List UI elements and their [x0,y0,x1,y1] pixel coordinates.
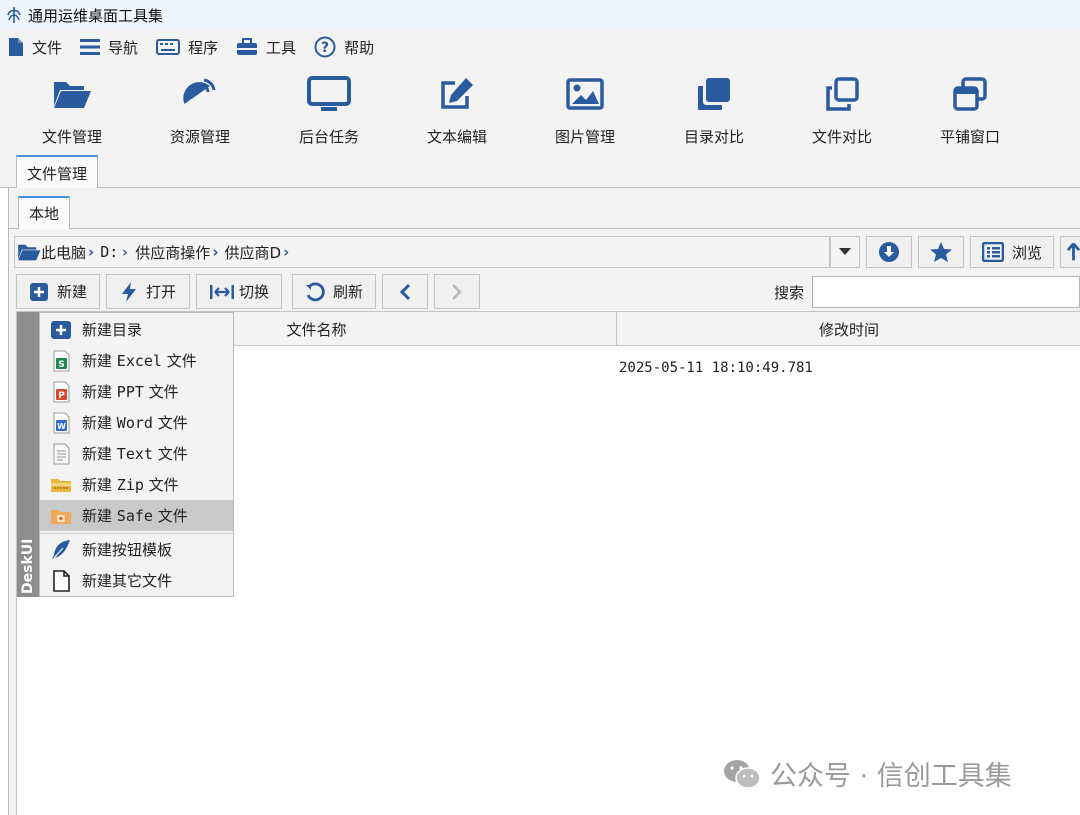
star-icon [930,242,952,262]
favorite-button[interactable] [918,236,964,268]
menu-file[interactable]: 文件 [8,37,62,58]
toolbar-resource-manager[interactable]: 资源管理 [140,72,260,147]
chevron-right-icon: › [88,243,95,261]
side-brand-strip: DeskUI [17,312,39,597]
watermark: 公众号 · 信创工具集 [722,754,1012,793]
chevron-right-icon [452,283,462,300]
blank-file-icon [53,569,70,592]
ppt-icon: P [53,381,70,402]
menu-new-excel[interactable]: S 新建 Excel 文件 [40,345,233,376]
hamburger-icon [80,39,101,55]
svg-text:P: P [58,391,65,401]
crumb-drive[interactable]: D: › [100,243,129,261]
tab-local[interactable]: 本地 [18,196,71,229]
image-icon [566,78,604,110]
menu-tools[interactable]: 工具 [236,37,296,58]
zip-icon [51,478,71,492]
toolbar-file-compare[interactable]: 文件对比 [782,72,902,147]
window-title: 通用运维桌面工具集 [28,6,164,25]
menu-new-word[interactable]: W 新建 Word 文件 [40,407,233,438]
brand-label: DeskUI [20,538,36,594]
menu-new-zip[interactable]: 新建 Zip 文件 [40,469,233,500]
menu-nav[interactable]: 导航 [80,37,138,58]
menu-new-other-file[interactable]: 新建其它文件 [40,565,233,596]
refresh-button[interactable]: 刷新 [292,274,376,309]
menu-new-text[interactable]: 新建 Text 文件 [40,438,233,469]
undo-icon [305,281,325,301]
chevron-left-icon [399,283,411,300]
inner-tab-divider [9,228,1080,229]
menu-programs[interactable]: 程序 [156,37,218,58]
plus-square-icon [29,282,48,301]
text-file-icon [53,443,70,464]
clone-outline-icon [826,77,859,111]
excel-icon: S [53,350,70,371]
tab-file-manager[interactable]: 文件管理 [16,155,99,189]
menu-new-button-template[interactable]: 新建按钮模板 [40,533,233,564]
keyboard-icon [156,39,181,55]
menu-new-directory[interactable]: 新建目录 [40,314,233,345]
menu-bar: 文件 导航 程序 工具 ? 帮助 [0,30,1080,64]
column-modified-time[interactable]: 修改时间 [617,312,1080,346]
folder-open-icon [54,82,91,108]
svg-text:?: ? [321,40,329,56]
list-icon [981,242,1004,262]
back-button[interactable] [382,274,428,309]
main-toolbar: 文件管理 资源管理 后台任务 文本编辑 图片管理 目录对比 文件对比 平铺窗口 [0,64,1080,154]
toolbar-file-manager[interactable]: 文件管理 [12,72,132,147]
menu-new-safe[interactable]: 新建 Safe 文件 [40,500,233,531]
toolbar-tile-windows[interactable]: 平铺窗口 [910,72,1030,147]
title-bar: 通用运维桌面工具集 [0,0,1080,30]
file-icon [9,38,23,56]
edit-icon [441,78,473,109]
app-logo-icon [7,7,21,23]
help-icon: ? [314,36,336,58]
caret-down-icon [839,248,851,255]
download-circle-icon [879,242,899,262]
download-button[interactable] [866,236,912,268]
chevron-right-icon: › [212,243,219,261]
window-restore-icon [953,77,987,111]
menu-new-ppt[interactable]: P 新建 PPT 文件 [40,376,233,407]
search-label: 搜索 [774,284,805,302]
browse-button[interactable]: 浏览 [970,236,1054,268]
arrows-horizontal-icon [209,284,234,299]
toolbox-icon [237,38,258,55]
switch-button[interactable]: 切换 [196,274,282,309]
monitor-icon [307,76,351,111]
chevron-right-icon: › [283,243,290,261]
outer-tab-strip [0,154,1080,188]
bolt-icon [121,281,136,302]
new-button[interactable]: 新建 [16,274,100,309]
word-icon: W [53,412,70,433]
crumb-this-pc[interactable]: 此电脑 › [41,242,94,263]
safe-icon [51,509,71,524]
clone-filled-icon [698,78,730,110]
modified-time-cell: 2025-05-11 18:10:49.781 [619,360,813,376]
arrow-up-icon [1067,242,1080,261]
open-button[interactable]: 打开 [106,274,190,309]
path-dropdown-button[interactable] [830,236,860,268]
menu-help[interactable]: ? 帮助 [314,36,374,58]
up-button[interactable] [1060,236,1080,268]
forward-button[interactable] [434,274,480,309]
search-input[interactable] [812,276,1080,308]
folder-open-icon [18,244,41,261]
toolbar-background-tasks[interactable]: 后台任务 [269,72,389,147]
satellite-icon [183,78,216,105]
chevron-right-icon: › [120,243,130,261]
toolbar-text-editor[interactable]: 文本编辑 [397,72,517,147]
svg-text:S: S [58,360,64,370]
new-dropdown-menu: 新建目录 S 新建 Excel 文件 P 新建 PPT 文件 W 新建 Word… [39,312,234,597]
toolbar-image-manager[interactable]: 图片管理 [525,72,645,147]
path-breadcrumb[interactable]: 此电脑 › D: › 供应商操作 › 供应商D › [14,236,830,268]
wechat-icon [724,759,761,789]
toolbar-directory-compare[interactable]: 目录对比 [654,72,774,147]
crumb-current[interactable]: 供应商D › [225,242,290,263]
crumb-folder[interactable]: 供应商操作 › [135,242,218,263]
svg-text:W: W [57,422,66,431]
feather-icon [52,540,70,559]
folder-plus-icon [51,320,71,339]
